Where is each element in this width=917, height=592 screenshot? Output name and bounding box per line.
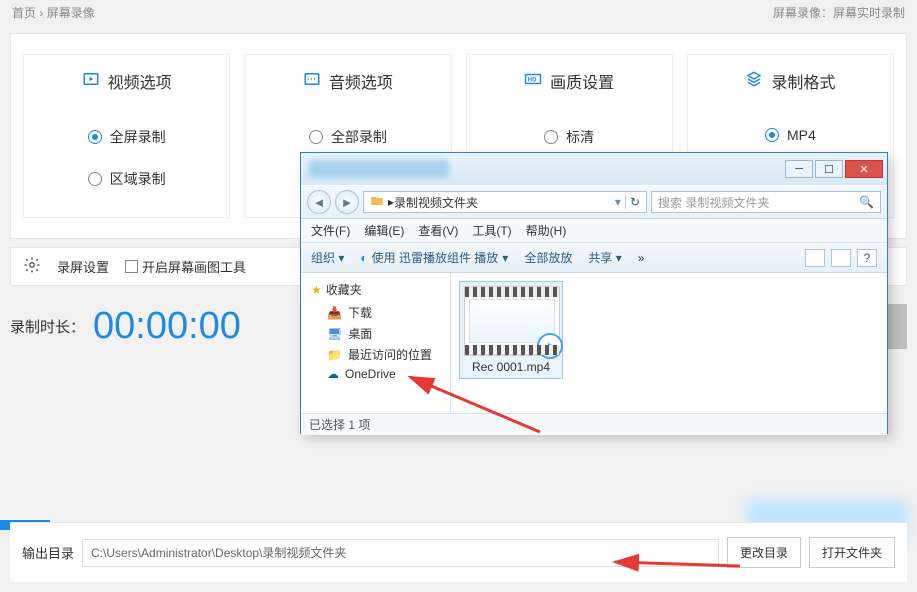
star-icon: ★ [311,283,322,297]
search-icon: 🔍 [859,195,874,209]
settings-label[interactable]: 录屏设置 [57,257,109,276]
menu-edit[interactable]: 编辑(E) [364,222,404,239]
status-bar: 已选择 1 项 [301,413,887,435]
explorer-dialog: ─ ☐ ✕ ◄ ► ▸ 录制视频文件夹 ▾ ↻ 搜索 录制视频文件夹 🔍 文件(… [300,152,888,434]
file-area[interactable]: Rec 0001.mp4 [451,273,887,413]
help-button[interactable]: ? [857,249,877,267]
onedrive-icon: ☁ [327,367,339,381]
breadcrumb-current: 屏幕录像 [47,6,95,20]
sidebar-downloads[interactable]: 📥 下载 [327,304,446,321]
drawing-tool-checkbox[interactable]: 开启屏幕画图工具 [125,257,246,276]
menu-tools[interactable]: 工具(T) [472,222,511,239]
close-button[interactable]: ✕ [845,160,883,178]
folder-icon [370,194,384,211]
radio-sd[interactable]: 标清 [544,127,594,147]
recent-icon: 📁 [327,348,342,362]
radio-mp4[interactable]: MP4 [765,127,816,143]
organize-menu[interactable]: 组织 ▾ [311,249,344,266]
downloads-icon: 📥 [327,306,342,320]
share-menu[interactable]: 共享 ▾ [588,249,621,266]
nav-bar: ◄ ► ▸ 录制视频文件夹 ▾ ↻ 搜索 录制视频文件夹 🔍 [301,185,887,219]
refresh-icon[interactable]: ↻ [625,195,644,209]
play-overlay-icon [537,333,563,359]
search-box[interactable]: 搜索 录制视频文件夹 🔍 [651,191,881,213]
minimize-button[interactable]: ─ [785,160,813,178]
sidebar-onedrive[interactable]: ☁ OneDrive [327,367,446,381]
output-label: 输出目录 [22,543,74,562]
maximize-button[interactable]: ☐ [815,160,843,178]
radio-audio-all[interactable]: 全部录制 [309,127,387,147]
radio-fullscreen[interactable]: 全屏录制 [88,127,166,147]
xunlei-icon: ◐ [360,251,367,265]
file-item-selected[interactable]: Rec 0001.mp4 [459,281,563,379]
radio-region[interactable]: 区域录制 [88,169,166,189]
change-dir-button[interactable]: 更改目录 [727,537,801,568]
output-row: 输出目录 更改目录 打开文件夹 [10,522,907,582]
format-icon [745,70,763,93]
preview-pane-button[interactable] [831,249,851,267]
breadcrumb: 首页 › 屏幕录像 屏幕录像：屏幕实时录制 [0,0,917,25]
chevron-down-icon[interactable]: ▾ [611,195,625,209]
xunlei-play[interactable]: ◐ 使用 迅雷播放组件 播放 ▾ [360,249,508,266]
view-mode-button[interactable] [805,249,825,267]
play-all[interactable]: 全部放放 [524,249,572,266]
desktop-icon: 🖥 [327,327,342,341]
menu-file[interactable]: 文件(F) [311,222,350,239]
menu-view[interactable]: 查看(V) [418,222,458,239]
file-name: Rec 0001.mp4 [464,360,558,374]
open-dir-button[interactable]: 打开文件夹 [809,537,895,568]
svg-text:HD: HD [528,77,537,83]
explorer-sidebar: ★ 收藏夹 📥 下载 🖥 桌面 📁 最近访问的位置 ☁ OneDrive [301,273,451,413]
timer-label: 录制时长： [10,316,85,337]
audio-icon [303,70,321,93]
hd-icon: HD [524,70,542,93]
dialog-titlebar[interactable]: ─ ☐ ✕ [301,153,887,185]
gear-icon [23,256,41,277]
forward-button[interactable]: ► [335,190,359,214]
path-box[interactable]: ▸ 录制视频文件夹 ▾ ↻ [363,191,647,213]
menu-help[interactable]: 帮助(H) [526,222,567,239]
menu-bar: 文件(F) 编辑(E) 查看(V) 工具(T) 帮助(H) [301,219,887,243]
breadcrumb-right: 屏幕录像：屏幕实时录制 [773,4,905,21]
sidebar-recent[interactable]: 📁 最近访问的位置 [327,346,446,363]
favorites-group[interactable]: ★ 收藏夹 [311,281,446,298]
video-thumbnail [464,286,560,356]
video-icon [82,70,100,93]
timer-value: 00:00:00 [93,305,241,348]
sidebar-desktop[interactable]: 🖥 桌面 [327,325,446,342]
output-path-input[interactable] [82,539,719,567]
breadcrumb-home[interactable]: 首页 [12,6,36,20]
dialog-title-blurred [309,160,449,178]
back-button[interactable]: ◄ [307,190,331,214]
video-options-card: 视频选项 全屏录制 区域录制 [23,54,230,218]
explorer-toolbar: 组织 ▾ ◐ 使用 迅雷播放组件 播放 ▾ 全部放放 共享 ▾ » ? [301,243,887,273]
